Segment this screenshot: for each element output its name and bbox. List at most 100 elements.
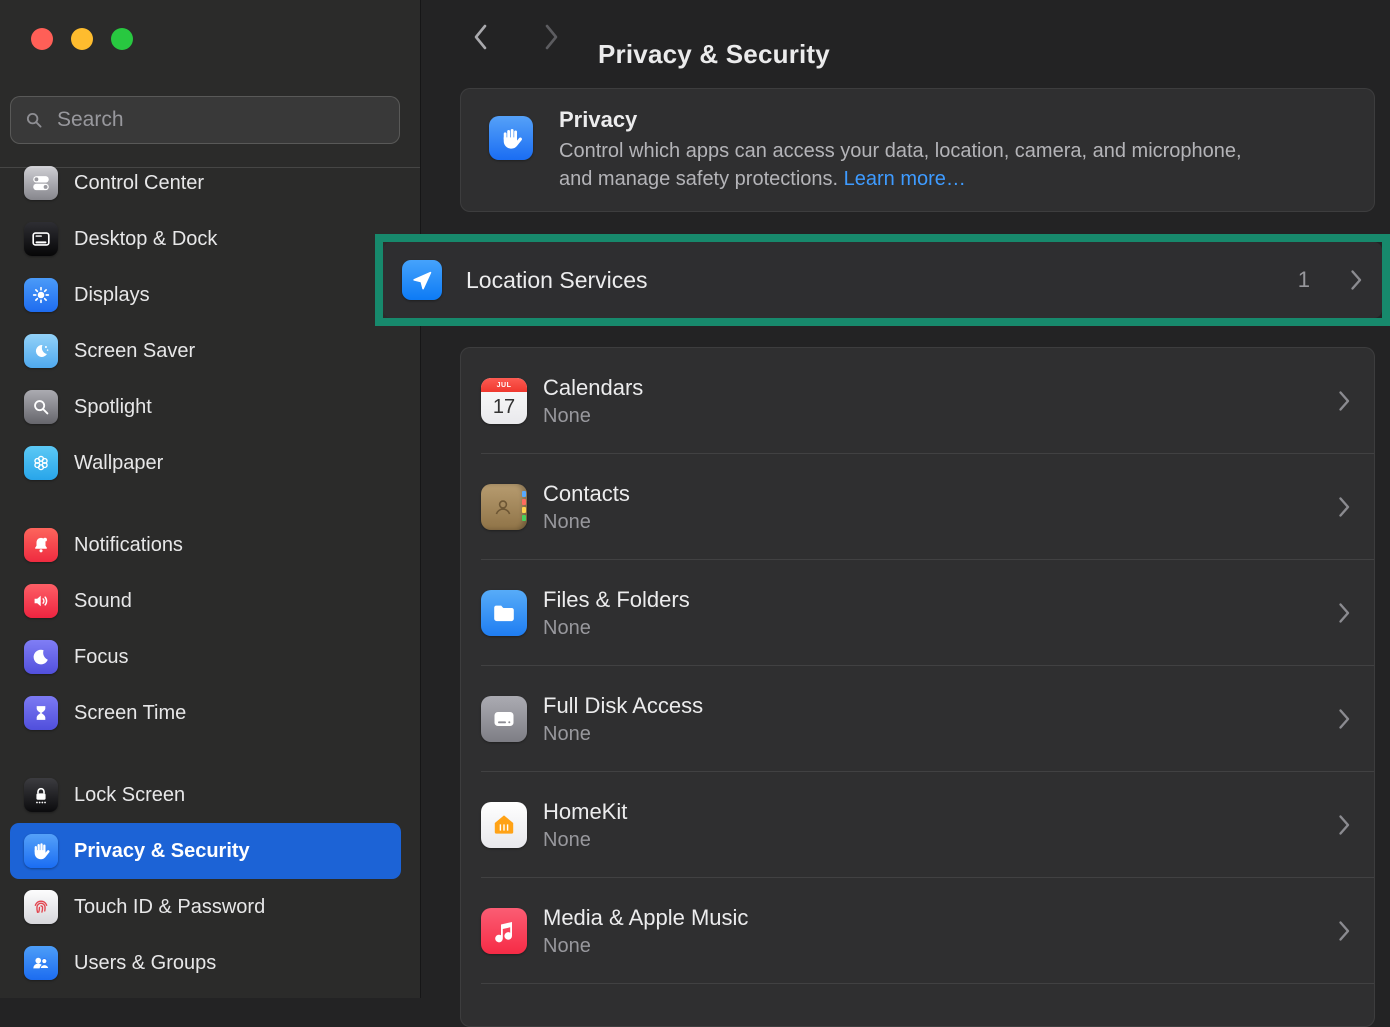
calendar-month-label: JUL bbox=[481, 378, 527, 392]
privacy-hand-icon bbox=[489, 116, 533, 160]
sidebar-item-screen-saver[interactable]: Screen Saver bbox=[10, 323, 401, 379]
sidebar-item-displays[interactable]: Displays bbox=[10, 267, 401, 323]
sidebar-item-label: Screen Time bbox=[74, 702, 186, 725]
location-arrow-icon bbox=[402, 260, 442, 300]
sidebar-item-desktop-dock[interactable]: Desktop & Dock bbox=[10, 211, 401, 267]
permission-label: Full Disk Access bbox=[543, 691, 1322, 721]
back-chevron-icon bbox=[472, 23, 488, 51]
page-title: Privacy & Security bbox=[598, 39, 830, 70]
location-services-highlight: Location Services 1 bbox=[375, 234, 1390, 326]
sidebar-item-label: Wallpaper bbox=[74, 452, 163, 475]
sidebar-item-privacy-security[interactable]: Privacy & Security bbox=[10, 823, 401, 879]
forward-chevron-icon bbox=[544, 23, 560, 51]
chevron-right-icon bbox=[1338, 390, 1350, 412]
sidebar: Control Center Desktop & Dock Displays bbox=[0, 0, 421, 998]
homekit-house-icon bbox=[481, 802, 527, 848]
sidebar-item-touch-id-password[interactable]: Touch ID & Password bbox=[10, 879, 401, 935]
sidebar-item-label: Spotlight bbox=[74, 396, 152, 419]
minimize-button[interactable] bbox=[71, 28, 93, 50]
notifications-bell-icon bbox=[24, 528, 58, 562]
location-services-count: 1 bbox=[1298, 267, 1310, 293]
sidebar-list: Control Center Desktop & Dock Displays bbox=[0, 155, 421, 991]
permission-row-full-disk-access[interactable]: Full Disk Access None bbox=[461, 666, 1374, 771]
sidebar-item-label: Screen Saver bbox=[74, 340, 195, 363]
chevron-right-icon bbox=[1338, 814, 1350, 836]
sidebar-group-1: Control Center Desktop & Dock Displays bbox=[10, 155, 401, 491]
permission-row-contacts[interactable]: Contacts None bbox=[461, 454, 1374, 559]
sidebar-scroll-divider bbox=[0, 167, 420, 168]
contacts-tabs bbox=[522, 491, 526, 521]
permissions-card: JUL 17 Calendars None Contacts None bbox=[460, 347, 1375, 1027]
privacy-hand-icon bbox=[24, 834, 58, 868]
screen-saver-icon bbox=[24, 334, 58, 368]
back-button[interactable] bbox=[463, 20, 497, 54]
folder-icon bbox=[481, 590, 527, 636]
spotlight-magnifier-icon bbox=[24, 390, 58, 424]
chevron-right-icon bbox=[1338, 602, 1350, 624]
focus-moon-icon bbox=[24, 640, 58, 674]
touch-id-fingerprint-icon bbox=[24, 890, 58, 924]
location-services-label: Location Services bbox=[466, 267, 1274, 294]
sidebar-item-users-groups[interactable]: Users & Groups bbox=[10, 935, 401, 991]
sidebar-item-lock-screen[interactable]: Lock Screen bbox=[10, 767, 401, 823]
search-input[interactable] bbox=[55, 107, 387, 133]
permission-value: None bbox=[543, 615, 1322, 641]
permission-row-media-apple-music[interactable]: Media & Apple Music None bbox=[461, 878, 1374, 983]
calendar-day-label: 17 bbox=[481, 392, 527, 424]
sidebar-item-screen-time[interactable]: Screen Time bbox=[10, 685, 401, 741]
permission-row-files-folders[interactable]: Files & Folders None bbox=[461, 560, 1374, 665]
sidebar-item-label: Displays bbox=[74, 284, 150, 307]
forward-button[interactable] bbox=[535, 20, 569, 54]
permission-row-homekit[interactable]: HomeKit None bbox=[461, 772, 1374, 877]
wallpaper-flower-icon bbox=[24, 446, 58, 480]
sidebar-group-2: Notifications Sound Focus bbox=[10, 517, 401, 741]
location-services-row[interactable]: Location Services 1 bbox=[383, 242, 1382, 318]
sidebar-item-focus[interactable]: Focus bbox=[10, 629, 401, 685]
chevron-right-icon bbox=[1338, 496, 1350, 518]
permission-value: None bbox=[543, 933, 1322, 959]
window-controls bbox=[31, 28, 133, 50]
sidebar-item-label: Touch ID & Password bbox=[74, 896, 265, 919]
sidebar-item-label: Control Center bbox=[74, 172, 204, 195]
permission-label: Media & Apple Music bbox=[543, 903, 1322, 933]
sidebar-group-3: Lock Screen Privacy & Security Touch ID … bbox=[10, 767, 401, 991]
hard-drive-icon bbox=[481, 696, 527, 742]
close-button[interactable] bbox=[31, 28, 53, 50]
sidebar-item-sound[interactable]: Sound bbox=[10, 573, 401, 629]
permission-row-calendars[interactable]: JUL 17 Calendars None bbox=[461, 348, 1374, 453]
search-field[interactable] bbox=[10, 96, 400, 144]
permission-value: None bbox=[543, 403, 1322, 429]
learn-more-link[interactable]: Learn more… bbox=[844, 168, 966, 190]
permission-label: HomeKit bbox=[543, 797, 1322, 827]
chevron-right-icon bbox=[1338, 708, 1350, 730]
users-groups-icon bbox=[24, 946, 58, 980]
permission-value: None bbox=[543, 509, 1322, 535]
zoom-button[interactable] bbox=[111, 28, 133, 50]
permission-label: Calendars bbox=[543, 373, 1322, 403]
sidebar-item-notifications[interactable]: Notifications bbox=[10, 517, 401, 573]
contacts-book-icon bbox=[481, 484, 527, 530]
sidebar-item-wallpaper[interactable]: Wallpaper bbox=[10, 435, 401, 491]
permission-label: Contacts bbox=[543, 479, 1322, 509]
chevron-right-icon bbox=[1350, 269, 1362, 291]
sidebar-item-label: Focus bbox=[74, 646, 128, 669]
privacy-card-title: Privacy bbox=[559, 107, 1259, 133]
privacy-summary-card: Privacy Control which apps can access yo… bbox=[460, 88, 1375, 212]
sidebar-item-spotlight[interactable]: Spotlight bbox=[10, 379, 401, 435]
search-icon bbox=[23, 109, 45, 131]
sidebar-item-label: Notifications bbox=[74, 534, 183, 557]
chevron-right-icon bbox=[1338, 920, 1350, 942]
privacy-summary-text: Privacy Control which apps can access yo… bbox=[559, 105, 1259, 195]
screen-time-hourglass-icon bbox=[24, 696, 58, 730]
row-divider bbox=[481, 983, 1374, 984]
sound-speaker-icon bbox=[24, 584, 58, 618]
lock-icon bbox=[24, 778, 58, 812]
calendar-icon: JUL 17 bbox=[481, 378, 527, 424]
displays-sun-icon bbox=[24, 278, 58, 312]
privacy-card-description: Control which apps can access your data,… bbox=[559, 137, 1259, 193]
sidebar-item-label: Lock Screen bbox=[74, 784, 185, 807]
sidebar-item-control-center[interactable]: Control Center bbox=[10, 155, 401, 211]
permission-label: Files & Folders bbox=[543, 585, 1322, 615]
permission-value: None bbox=[543, 827, 1322, 853]
system-settings-window: Control Center Desktop & Dock Displays bbox=[0, 0, 1390, 998]
